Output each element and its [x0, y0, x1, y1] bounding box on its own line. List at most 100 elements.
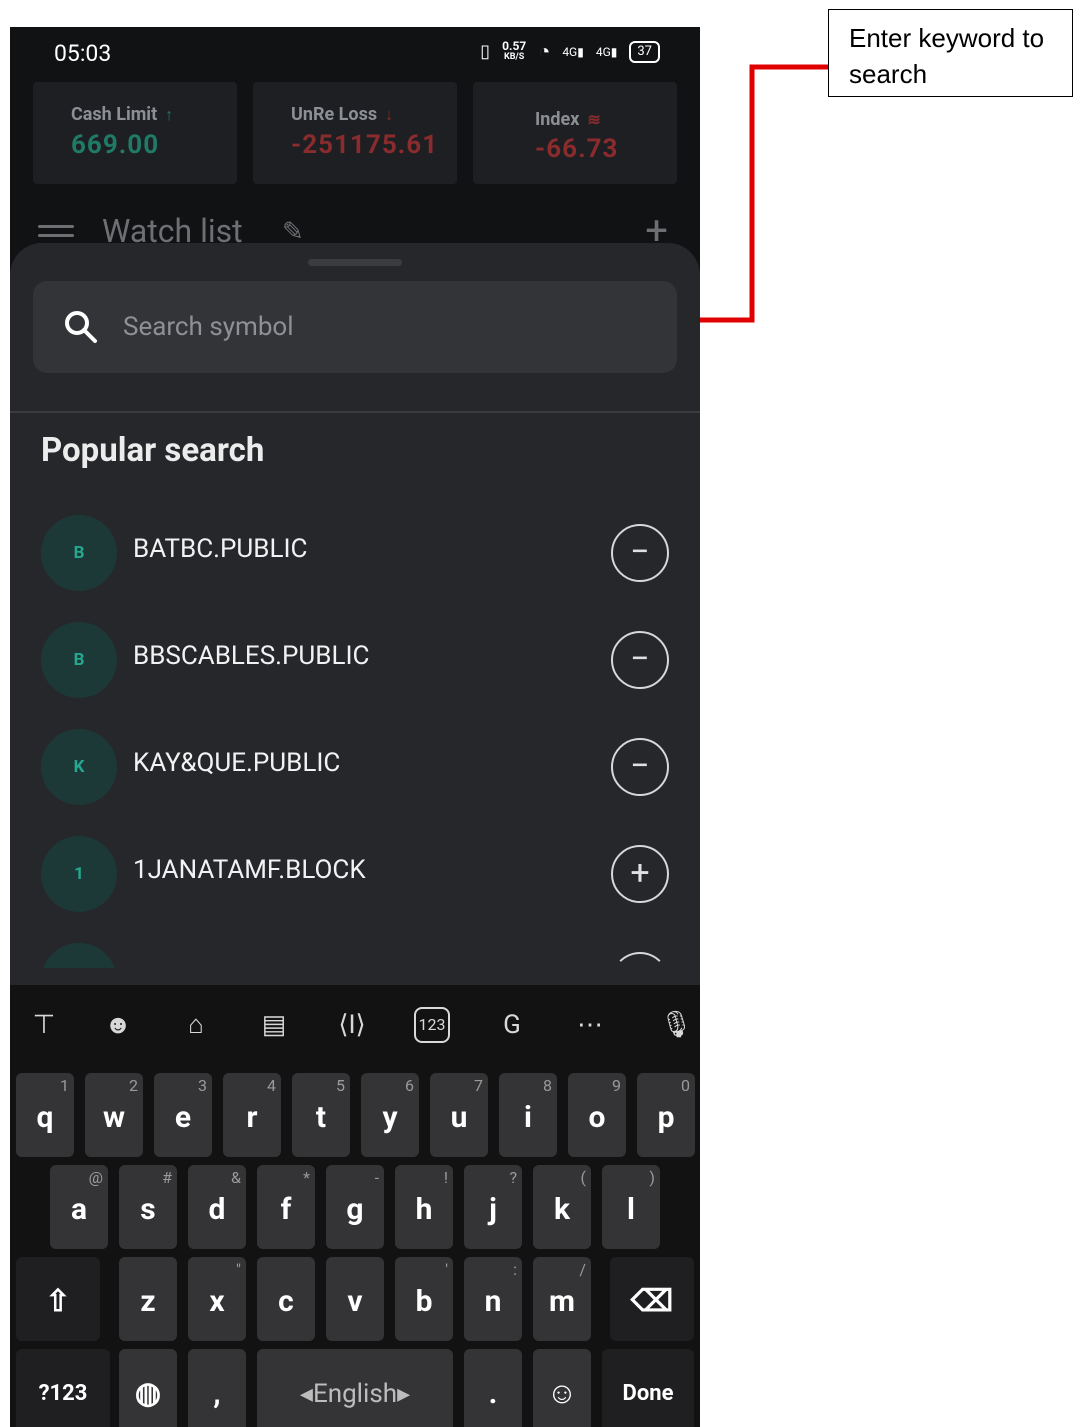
symbol-name: 1JANATAMF.BLOCK	[133, 855, 366, 885]
key-m[interactable]: m /	[533, 1257, 591, 1341]
comma-key[interactable]: ,	[188, 1349, 246, 1427]
unrealized-loss-card[interactable]: UnRe Loss ↓ -251175.61	[253, 82, 457, 184]
summary-cards: Cash Limit ↑ 669.00 UnRe Loss ↓ -251175.61…	[33, 82, 677, 184]
symbol-name: KAY&QUE.PUBLIC	[133, 748, 341, 778]
wifi-icon: ◔	[538, 39, 551, 63]
battery-icon: 37	[629, 40, 660, 63]
space-key[interactable]: ◂English▸	[257, 1349, 453, 1427]
keyboard-row-3: ⇧ z x " c v b ' n: m / ⌫	[10, 1257, 700, 1341]
done-key[interactable]: Done	[602, 1349, 694, 1427]
key-n[interactable]: n:	[464, 1257, 522, 1341]
cash-limit-label: Cash Limit ↑	[71, 104, 174, 125]
signal-icon-2: 4G▮	[595, 44, 618, 59]
remove-from-watchlist-button[interactable]: −	[611, 738, 669, 796]
annotation-arrow-line	[698, 64, 828, 323]
key-c[interactable]: c	[257, 1257, 315, 1341]
speed-unit: KB/S	[503, 51, 525, 62]
symbol-avatar: B	[41, 622, 117, 698]
symbol-name: BBSCABLES.PUBLIC	[133, 641, 370, 671]
key-l[interactable]: l)	[602, 1165, 660, 1249]
symbol-avatar: K	[41, 729, 117, 805]
list-item[interactable]: B BBSCABLES.PUBLIC −	[10, 607, 700, 714]
status-bar: 05:03 ▯ 0.57 KB/S ◔ 4G▮ 4G▮ 37	[10, 27, 700, 79]
search-input[interactable]	[123, 281, 643, 373]
text-edit-icon[interactable]: ⟨I⟩	[334, 1007, 370, 1043]
annotation-callout-text: Enter keyword to search	[849, 23, 1045, 89]
key-p[interactable]: p0	[637, 1073, 695, 1157]
wifi-off-icon: ≋	[587, 110, 601, 129]
network-type-1: 4G	[562, 44, 578, 59]
search-box[interactable]	[33, 281, 677, 373]
key-t[interactable]: t5	[292, 1073, 350, 1157]
search-icon	[65, 311, 97, 343]
cash-limit-value: 669.00	[71, 130, 160, 160]
microphone-icon[interactable]: 🎙	[658, 1007, 694, 1043]
network-type-2: 4G	[595, 44, 611, 59]
globe-icon: ◍	[134, 1376, 162, 1411]
status-time: 05:03	[54, 40, 112, 67]
numbers-icon[interactable]: 123	[414, 1007, 450, 1043]
symbols-key[interactable]: ?123	[16, 1349, 110, 1427]
key-v[interactable]: v	[326, 1257, 384, 1341]
key-g[interactable]: g-	[326, 1165, 384, 1249]
key-s[interactable]: s #	[119, 1165, 177, 1249]
symbol-avatar	[41, 943, 117, 968]
remove-from-watchlist-button[interactable]: −	[611, 631, 669, 689]
index-card[interactable]: Index ≋ -66.73	[473, 82, 677, 184]
key-f[interactable]: f *	[257, 1165, 315, 1249]
emoji-icon[interactable]: ☻	[100, 1007, 136, 1043]
language-globe-key[interactable]: ◍	[119, 1349, 177, 1427]
sheet-drag-handle[interactable]	[308, 259, 402, 266]
list-item[interactable]: K KAY&QUE.PUBLIC −	[10, 714, 700, 821]
list-item[interactable]: 1 1JANATAMF.BLOCK +	[10, 821, 700, 928]
key-x[interactable]: x "	[188, 1257, 246, 1341]
keyboard-toolbar: ⊤ ☻ ⌂ ▤ ⟨I⟩ 123 G ⋯ 🎙	[10, 985, 700, 1065]
keyboard-row-4: ?123 ◍ , ◂English▸ . ☺ Done	[10, 1349, 700, 1427]
period-key[interactable]: .	[464, 1349, 522, 1427]
index-label: Index ≋	[535, 109, 601, 130]
divider	[10, 411, 700, 413]
symbol-name: BATBC.PUBLIC	[133, 534, 308, 564]
shift-key[interactable]: ⇧	[16, 1257, 100, 1341]
key-o[interactable]: o9	[568, 1073, 626, 1157]
keyboard: ⊤ ☻ ⌂ ▤ ⟨I⟩ 123 G ⋯ 🎙 q1 w2 e3 r4 t5 y6 …	[10, 985, 700, 1427]
key-z[interactable]: z	[119, 1257, 177, 1341]
index-value: -66.73	[535, 134, 619, 164]
phone-screen: 05:03 ▯ 0.57 KB/S ◔ 4G▮ 4G▮ 37 Cash Limi…	[10, 27, 700, 1427]
status-icons: ▯ 0.57 KB/S ◔ 4G▮ 4G▮ 37	[480, 39, 660, 64]
add-to-watchlist-button[interactable]: +	[611, 845, 669, 903]
unrealized-loss-label: UnRe Loss ↓	[291, 104, 394, 125]
key-i[interactable]: i8	[499, 1073, 557, 1157]
key-b[interactable]: b '	[395, 1257, 453, 1341]
arrow-down-icon: ↓	[385, 105, 394, 124]
remove-from-watchlist-button[interactable]	[611, 952, 669, 968]
popular-search-heading: Popular search	[41, 431, 265, 470]
more-icon[interactable]: ⋯	[572, 1007, 608, 1043]
network-speed: 0.57 KB/S	[502, 38, 527, 63]
keyboard-row-1: q1 w2 e3 r4 t5 y6 u7 i8 o9 p0	[10, 1073, 700, 1157]
list-item-partial[interactable]	[10, 928, 700, 968]
remove-from-watchlist-button[interactable]: −	[611, 524, 669, 582]
backspace-key[interactable]: ⌫	[610, 1257, 694, 1341]
list-item[interactable]: B BATBC.PUBLIC −	[10, 500, 700, 607]
grammarly-icon[interactable]: G	[494, 1007, 530, 1043]
cash-limit-card[interactable]: Cash Limit ↑ 669.00	[33, 82, 237, 184]
key-q[interactable]: q1	[16, 1073, 74, 1157]
smiley-icon: ☺	[546, 1376, 578, 1411]
symbol-avatar: B	[41, 515, 117, 591]
store-icon[interactable]: ⌂	[178, 1007, 214, 1043]
annotation-callout: Enter keyword to search	[828, 9, 1073, 97]
arrow-up-icon: ↑	[165, 105, 174, 124]
key-a[interactable]: a @	[50, 1165, 108, 1249]
keyboard-row-2: a @ s # d & f * g- h! j? k( l)	[10, 1165, 700, 1249]
speed-value: 0.57	[502, 38, 527, 53]
emoji-key[interactable]: ☺	[533, 1349, 591, 1427]
vibrate-icon: ▯	[480, 41, 491, 62]
clipboard-icon[interactable]: ▤	[256, 1007, 292, 1043]
key-u[interactable]: u7	[430, 1073, 488, 1157]
battery-level: 37	[637, 43, 652, 59]
translate-icon[interactable]: ⊤	[26, 1007, 62, 1043]
key-y[interactable]: y6	[361, 1073, 419, 1157]
popular-search-list: B BATBC.PUBLIC − B BBSCABLES.PUBLIC − K …	[10, 500, 700, 968]
symbol-avatar: 1	[41, 836, 117, 912]
